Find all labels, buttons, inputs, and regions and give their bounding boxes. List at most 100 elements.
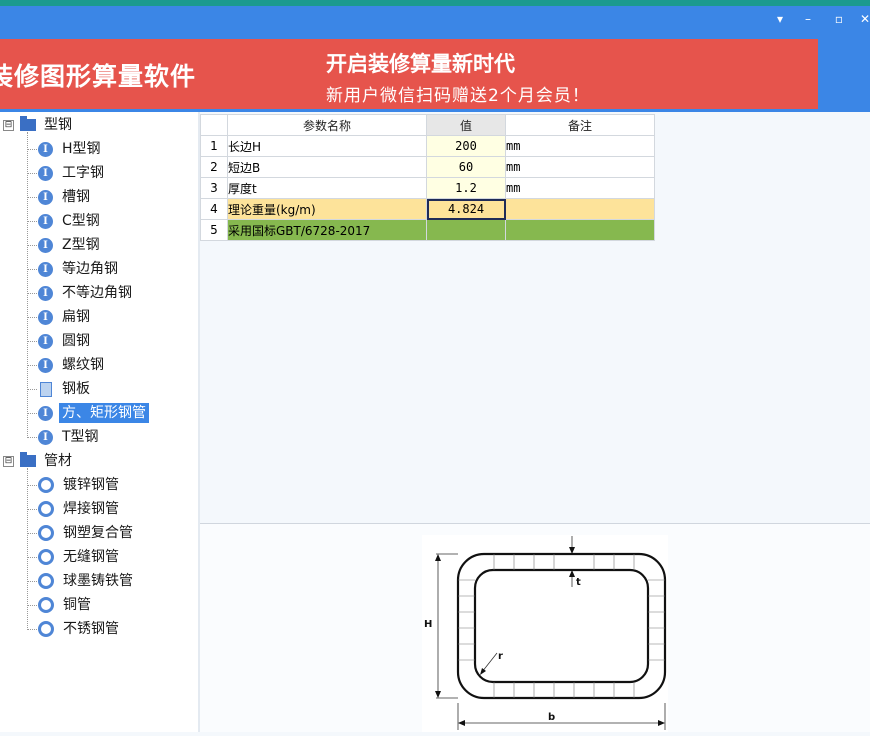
tree-item-label: 工字钢 (62, 165, 104, 181)
remark-header: 备注 (505, 114, 655, 136)
promo-banner[interactable]: 装修图形算量软件 开启装修算量新时代 新用户微信扫码赠送2个月会员！ (0, 39, 818, 109)
value-header: 值 (426, 114, 506, 136)
remark-cell[interactable] (505, 198, 655, 220)
tree-connector (27, 389, 37, 390)
tree-item[interactable]: I Z型钢 (38, 234, 103, 256)
tree-item-label: C型钢 (62, 213, 100, 229)
i-beam-icon: I (38, 237, 53, 253)
maximize-icon[interactable]: ▫ (832, 12, 846, 26)
pipe-ring-icon (38, 549, 54, 565)
tree-expander[interactable]: ⊟ (3, 456, 14, 467)
i-beam-icon: I (38, 213, 53, 229)
tree-item[interactable]: 焊接钢管 (38, 498, 122, 520)
tree-connector (27, 533, 37, 534)
thickness-label: t (576, 577, 581, 588)
tree-item-label: 无缝钢管 (63, 549, 119, 565)
tree-group-label: 型钢 (44, 117, 72, 133)
tree-item-label: 钢塑复合管 (63, 525, 133, 541)
tree-item[interactable]: 钢塑复合管 (38, 522, 136, 544)
tree-item[interactable]: I 不等边角钢 (38, 282, 135, 304)
i-beam-icon: I (38, 189, 53, 205)
tree-item[interactable]: I H型钢 (38, 138, 104, 160)
tree-item-label: 镀锌钢管 (63, 477, 119, 493)
title-bar: ▾ – ▫ ✕ (0, 0, 870, 38)
param-name-cell: 厚度t (227, 177, 427, 199)
result-row[interactable]: 4 理论重量(kg/m) 4.824 (200, 198, 655, 220)
minimize-icon[interactable]: – (801, 12, 815, 26)
pipe-ring-icon (38, 597, 54, 613)
tree-item[interactable]: I 螺纹钢 (38, 354, 107, 376)
tree-connector (27, 485, 37, 486)
tree-item[interactable]: 球墨铸铁管 (38, 570, 136, 592)
wall-hatching (458, 554, 665, 698)
tree-item[interactable]: 无缝钢管 (38, 546, 122, 568)
tree-connector (27, 581, 37, 582)
remark-cell[interactable]: mm (505, 135, 655, 157)
tree-item-label: 铜管 (63, 597, 91, 613)
tree-connector (27, 341, 37, 342)
row-number: 3 (200, 177, 228, 199)
tree-item[interactable]: I C型钢 (38, 210, 103, 232)
tree-connector (27, 149, 37, 150)
parameter-grid: 参数名称 值 备注 1 长边H 200 mm 2 短边B 60 mm 3 厚度t… (200, 114, 655, 241)
tree-item[interactable]: 钢板 (38, 378, 93, 400)
tree-item[interactable]: I 扁钢 (38, 306, 93, 328)
tree-connector (27, 365, 37, 366)
banner-promo-text: 新用户微信扫码赠送2个月会员！ (326, 86, 590, 106)
tree-item[interactable]: I 槽钢 (38, 186, 93, 208)
pipe-ring-icon (38, 477, 54, 493)
tree-group[interactable]: 管材 (20, 450, 75, 472)
tree-item-label: 扁钢 (62, 309, 90, 325)
menu-dropdown-icon[interactable]: ▾ (773, 12, 787, 26)
tree-connector (27, 605, 37, 606)
tree-item[interactable]: 不锈钢管 (38, 618, 122, 640)
remark-cell[interactable]: mm (505, 177, 655, 199)
remark-cell[interactable] (505, 219, 655, 241)
i-beam-icon: I (38, 309, 53, 325)
tree-item[interactable]: I 等边角钢 (38, 258, 121, 280)
tree-item-label: 焊接钢管 (63, 501, 119, 517)
result-value-cell[interactable]: 4.824 (426, 198, 506, 220)
tree-item-label: 钢板 (62, 381, 90, 397)
tree-connector (27, 197, 37, 198)
value-cell[interactable]: 1.2 (426, 177, 506, 199)
tree-item[interactable]: I 方、矩形钢管 (38, 402, 149, 424)
tree-item-label: 不等边角钢 (62, 285, 132, 301)
tree-item[interactable]: I T型钢 (38, 426, 102, 448)
tree-item[interactable]: I 圆钢 (38, 330, 93, 352)
folder-icon (20, 116, 36, 131)
table-row[interactable]: 1 长边H 200 mm (200, 135, 655, 157)
banner-area: 装修图形算量软件 开启装修算量新时代 新用户微信扫码赠送2个月会员！ (0, 38, 870, 112)
table-row[interactable]: 2 短边B 60 mm (200, 156, 655, 178)
tree-item-label: 方、矩形钢管 (59, 403, 149, 423)
tree-item-label: 槽钢 (62, 189, 90, 205)
inner-wall (473, 568, 650, 684)
remark-cell[interactable]: mm (505, 156, 655, 178)
table-row[interactable]: 3 厚度t 1.2 mm (200, 177, 655, 199)
i-beam-icon: I (38, 165, 53, 181)
standard-name-cell: 采用国标GBT/6728-2017 (227, 219, 427, 241)
tree-item[interactable]: 镀锌钢管 (38, 474, 122, 496)
tree-connector (27, 437, 37, 438)
tree-expander[interactable]: ⊟ (3, 120, 14, 131)
tree-connector (27, 221, 37, 222)
param-name-cell: 长边H (227, 135, 427, 157)
row-number: 2 (200, 156, 228, 178)
close-icon[interactable]: ✕ (858, 12, 870, 26)
tree-item[interactable]: I 工字钢 (38, 162, 107, 184)
tree-item-label: 圆钢 (62, 333, 90, 349)
standard-row[interactable]: 5 采用国标GBT/6728-2017 (200, 219, 655, 241)
i-beam-icon: I (38, 261, 53, 277)
i-beam-icon: I (38, 333, 53, 349)
value-cell[interactable]: 60 (426, 156, 506, 178)
tree-item-label: 等边角钢 (62, 261, 118, 277)
value-cell[interactable] (426, 219, 506, 241)
banner-product-name: 装修图形算量软件 (0, 62, 197, 91)
tree-connector (27, 269, 37, 270)
category-tree: ⊟ 型钢 I H型钢 I 工字钢 I 槽钢 I C型钢 I Z型钢 I 等边角钢 I 不等边角钢 I 扁钢 I 圆钢 I… (0, 112, 198, 732)
tree-connector (27, 629, 37, 630)
tree-group[interactable]: 型钢 (20, 114, 75, 136)
tree-item[interactable]: 铜管 (38, 594, 94, 616)
value-cell[interactable]: 200 (426, 135, 506, 157)
row-number: 1 (200, 135, 228, 157)
